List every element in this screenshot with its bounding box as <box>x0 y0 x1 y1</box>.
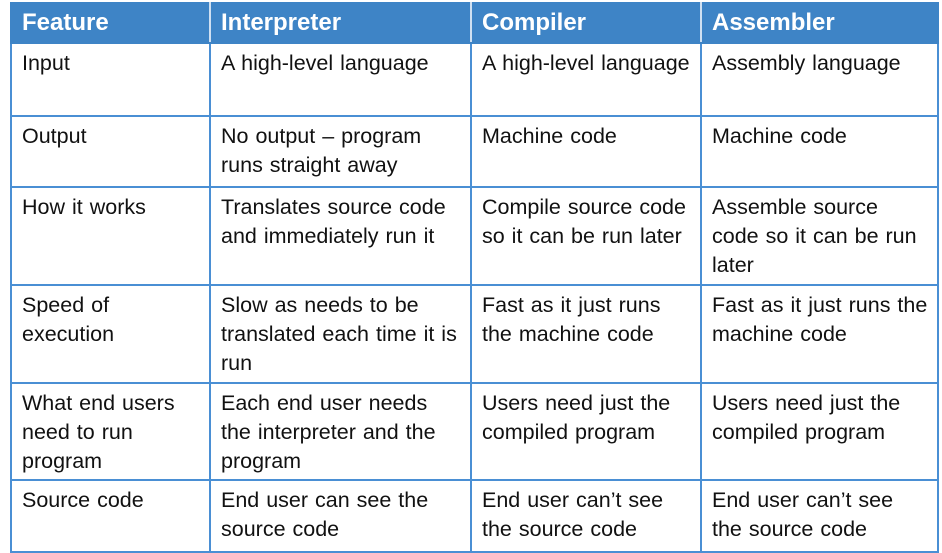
compiler-cell: Users need just the compiled program <box>470 382 702 481</box>
compiler-cell: Fast as it just runs the machine code <box>470 284 702 384</box>
interpreter-cell: Translates source code and immediately r… <box>209 186 472 286</box>
interpreter-cell: Slow as needs to be translated each time… <box>209 284 472 384</box>
assembler-cell: Machine code <box>700 115 939 188</box>
assembler-cell: Assemble source code so it can be run la… <box>700 186 939 286</box>
assembler-cell: Assembly language <box>700 42 939 117</box>
compiler-cell: Compile source code so it can be run lat… <box>470 186 702 286</box>
table-row-output: Output No output – program runs straight… <box>10 115 939 188</box>
table-row-speed-of-execution: Speed of execution Slow as needs to be t… <box>10 284 939 384</box>
compiler-cell: A high-level language <box>470 42 702 117</box>
comparison-table-container: Feature Interpreter Compiler Assembler I… <box>10 2 939 553</box>
header-row: Feature Interpreter Compiler Assembler <box>10 2 939 44</box>
feature-cell: Input <box>10 42 211 117</box>
compiler-cell: End user can’t see the source code <box>470 479 702 553</box>
assembler-cell: Fast as it just runs the machine code <box>700 284 939 384</box>
table-row-how-it-works: How it works Translates source code and … <box>10 186 939 286</box>
table-row-end-user-needs: What end users need to run program Each … <box>10 382 939 481</box>
feature-cell: Speed of execution <box>10 284 211 384</box>
header-compiler: Compiler <box>470 2 702 44</box>
interpreter-cell: Each end user needs the interpreter and … <box>209 382 472 481</box>
interpreter-cell: A high-level language <box>209 42 472 117</box>
header-interpreter: Interpreter <box>209 2 472 44</box>
feature-cell: Source code <box>10 479 211 553</box>
feature-cell: How it works <box>10 186 211 286</box>
assembler-cell: End user can’t see the source code <box>700 479 939 553</box>
table-row-input: Input A high-level language A high-level… <box>10 42 939 117</box>
interpreter-cell: No output – program runs straight away <box>209 115 472 188</box>
feature-cell: What end users need to run program <box>10 382 211 481</box>
feature-cell: Output <box>10 115 211 188</box>
header-feature: Feature <box>10 2 211 44</box>
assembler-cell: Users need just the compiled program <box>700 382 939 481</box>
interpreter-cell: End user can see the source code <box>209 479 472 553</box>
translator-comparison-table: Feature Interpreter Compiler Assembler I… <box>10 2 939 553</box>
compiler-cell: Machine code <box>470 115 702 188</box>
table-row-source-code: Source code End user can see the source … <box>10 479 939 553</box>
header-assembler: Assembler <box>700 2 939 44</box>
